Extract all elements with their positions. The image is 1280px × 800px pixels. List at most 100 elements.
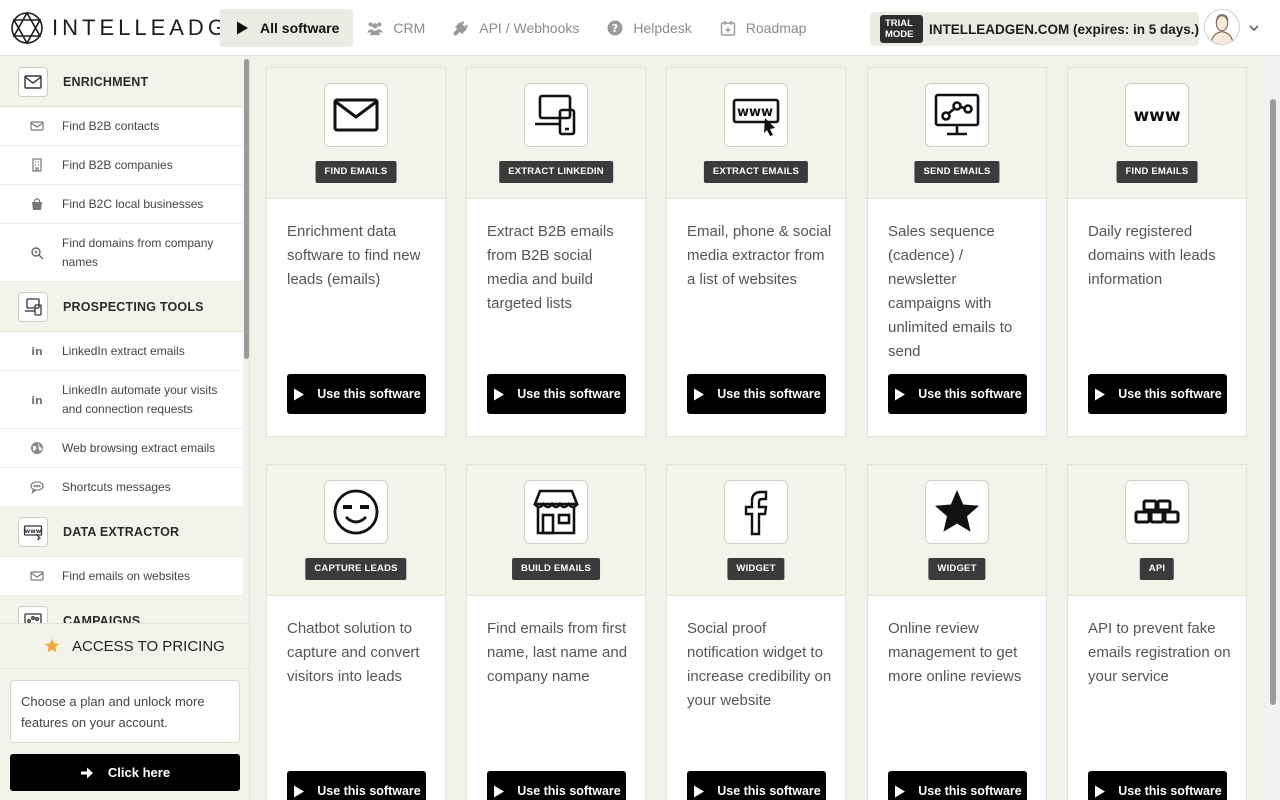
chevron-down-icon[interactable]	[1248, 22, 1260, 34]
sidebar-section-enrichment[interactable]: ENRICHMENT	[0, 57, 243, 107]
use-software-button[interactable]: Use this software	[1088, 771, 1227, 800]
card-description: Sales sequence (cadence) / newsletter ca…	[888, 223, 1013, 360]
www-icon: www	[1125, 83, 1189, 147]
main-scrollbar[interactable]	[1266, 57, 1280, 800]
card-tag: CAPTURE LEADS	[305, 558, 407, 580]
card-tag: WIDGET	[727, 558, 785, 580]
top-bar: INTELLEADGEN All software CRM API / Webh…	[0, 0, 1280, 56]
sidebar-item-shortcuts-messages[interactable]: Shortcuts messages	[0, 468, 243, 507]
card-header: WIDGET	[868, 465, 1046, 596]
play-icon	[895, 388, 906, 400]
nav-label: API / Webhooks	[479, 20, 580, 36]
card-tag: BUILD EMAILS	[512, 558, 600, 580]
sidebar-item-find-b2c-local[interactable]: Find B2C local businesses	[0, 185, 243, 224]
software-card: EXTRACT LINKEDIN Extract B2B emails from…	[466, 67, 646, 437]
avatar[interactable]	[1204, 9, 1240, 45]
plug-icon	[453, 21, 469, 36]
card-header: BUILD EMAILS	[467, 465, 645, 596]
arrow-right-icon	[80, 767, 93, 778]
sidebar-item-find-b2b-companies[interactable]: Find B2B companies	[0, 146, 243, 185]
nav-label: CRM	[393, 20, 426, 36]
main-scrollbar-thumb[interactable]	[1270, 99, 1276, 705]
card-description: Social proof notification widget to incr…	[687, 620, 832, 709]
chat-icon	[30, 481, 44, 494]
card-header: www EXTRACT EMAILS	[667, 68, 845, 199]
software-card: API API to prevent fake emails registrat…	[1067, 464, 1247, 800]
button-label: Use this software	[517, 387, 621, 401]
card-header: API	[1068, 465, 1246, 596]
use-software-button[interactable]: Use this software	[487, 374, 626, 414]
sidebar-item-label: LinkedIn extract emails	[62, 343, 185, 358]
card-description: Find emails from first name, last name a…	[487, 620, 628, 685]
software-card: SEND EMAILS Sales sequence (cadence) / n…	[867, 67, 1047, 437]
sidebar-item-web-browsing[interactable]: Web browsing extract emails	[0, 429, 243, 468]
pricing-button[interactable]: Click here	[10, 754, 240, 791]
card-tag: WIDGET	[928, 558, 986, 580]
sidebar-item-find-domains[interactable]: Find domains from company names	[0, 224, 243, 282]
play-icon	[895, 785, 906, 797]
sidebar-menu[interactable]: ENRICHMENT Find B2B contacts Find B2B co…	[0, 57, 243, 623]
sidebar-item-label: LinkedIn automate your visits and connec…	[62, 382, 218, 416]
trial-badge: TRIAL MODE	[880, 15, 923, 43]
monitor-chart-icon	[925, 83, 989, 147]
trial-text: INTELLEADGEN.COM (expires: in 5 days.)	[928, 21, 1199, 37]
sidebar-item-find-b2b-contacts[interactable]: Find B2B contacts	[0, 107, 243, 146]
sidebar-scrollbar[interactable]	[243, 57, 249, 623]
trial-banner[interactable]: TRIAL MODE INTELLEADGEN.COM (expires: in…	[870, 12, 1199, 46]
sidebar-section-data-extractor[interactable]: www DATA EXTRACTOR	[0, 507, 243, 557]
nav-roadmap[interactable]: Roadmap	[706, 9, 821, 47]
nav-helpdesk[interactable]: ? Helpdesk	[593, 9, 705, 47]
pricing-button-label: Click here	[107, 765, 171, 780]
nav-crm[interactable]: CRM	[353, 9, 439, 47]
card-tag: API	[1139, 558, 1175, 580]
use-software-button[interactable]: Use this software	[687, 374, 826, 414]
search-icon	[31, 246, 44, 259]
svg-text:in: in	[31, 394, 43, 407]
use-software-button[interactable]: Use this software	[287, 374, 426, 414]
use-software-button[interactable]: Use this software	[1088, 374, 1227, 414]
button-label: Use this software	[317, 387, 421, 401]
svg-text:in: in	[31, 345, 43, 358]
play-icon	[694, 388, 705, 400]
main-nav: All software CRM API / Webhooks ? Helpde…	[220, 9, 820, 47]
card-tag: EXTRACT EMAILS	[703, 161, 809, 183]
card-description: Online review management to get more onl…	[888, 620, 1022, 685]
card-description: Enrichment data software to find new lea…	[287, 223, 421, 288]
card-description: API to prevent fake emails registration …	[1088, 620, 1231, 685]
nav-all-software[interactable]: All software	[220, 9, 354, 47]
button-label: Use this software	[1118, 387, 1222, 401]
pricing-title: ACCESS TO PRICING	[72, 637, 225, 655]
sidebar-item-label: Find B2B contacts	[62, 118, 160, 133]
button-label: Use this software	[1118, 784, 1222, 798]
use-software-button[interactable]: Use this software	[487, 771, 626, 800]
building-icon	[32, 158, 42, 172]
svg-text:?: ?	[612, 22, 618, 35]
use-software-button[interactable]: Use this software	[888, 771, 1027, 800]
sidebar-scrollbar-thumb[interactable]	[244, 59, 249, 359]
use-software-button[interactable]: Use this software	[287, 771, 426, 800]
question-icon: ?	[607, 20, 623, 36]
calendar-plus-icon	[720, 21, 736, 36]
sidebar-item-find-emails-websites[interactable]: Find emails on websites	[0, 557, 243, 596]
sidebar-item-label: Find emails on websites	[62, 568, 191, 583]
card-tag: FIND EMAILS	[1116, 161, 1198, 183]
devices-icon	[18, 291, 48, 322]
button-label: Use this software	[717, 387, 821, 401]
use-software-button[interactable]: Use this software	[687, 771, 826, 800]
software-card: CAPTURE LEADS Chatbot solution to captur…	[266, 464, 446, 800]
sidebar-item-linkedin-automate[interactable]: in LinkedIn automate your visits and con…	[0, 371, 243, 429]
use-software-button[interactable]: Use this software	[888, 374, 1027, 414]
sidebar-item-linkedin-extract[interactable]: in LinkedIn extract emails	[0, 332, 243, 371]
sidebar-section-campaigns[interactable]: CAMPAIGNS	[0, 596, 243, 623]
button-label: Use this software	[517, 784, 621, 798]
button-label: Use this software	[717, 784, 821, 798]
sidebar-item-label: Web browsing extract emails	[62, 440, 216, 455]
software-card: FIND EMAILS Enrichment data software to …	[266, 67, 446, 437]
sidebar-section-prospecting-tools[interactable]: PROSPECTING TOOLS	[0, 282, 243, 332]
card-tag: EXTRACT LINKEDIN	[499, 161, 613, 183]
button-label: Use this software	[918, 784, 1022, 798]
shopping-bag-icon	[32, 198, 42, 210]
nav-api-webhooks[interactable]: API / Webhooks	[439, 9, 593, 47]
pricing-header[interactable]: ACCESS TO PRICING	[0, 624, 249, 669]
button-label: Use this software	[918, 387, 1022, 401]
